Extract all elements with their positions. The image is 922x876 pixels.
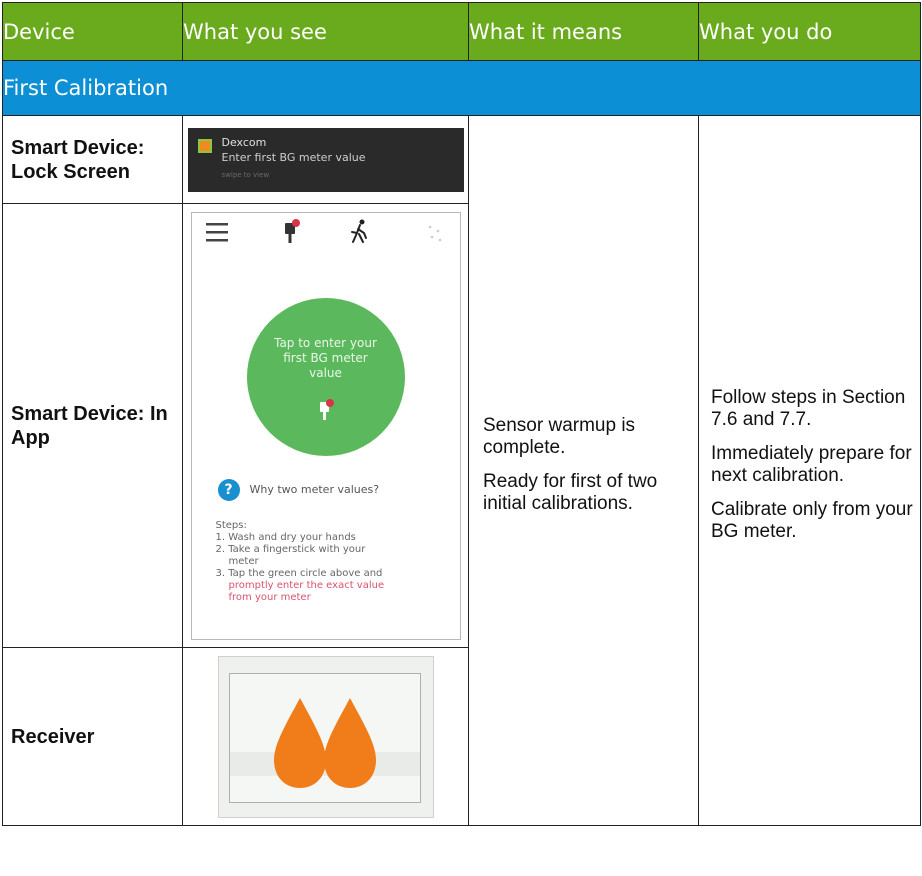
step-3-line-2: promptly enter the exact value (228, 579, 385, 591)
header-what-you-see: What you see (182, 2, 469, 61)
enter-bg-circle-button[interactable]: Tap to enter your first BG meter value (246, 297, 405, 456)
header-what-you-do: What you do (698, 2, 921, 61)
section-title: First Calibration (2, 60, 921, 116)
receiver-screen (217, 655, 434, 818)
todo-text-3: Calibrate only from your BG meter. (711, 498, 913, 542)
device-label-in-app: Smart Device: In App (2, 203, 183, 648)
step-2-line-2: meter (228, 555, 259, 567)
circle-text: Tap to enter your first BG meter value (274, 335, 377, 380)
header-row: Device What you see What it means What y… (2, 2, 921, 61)
dots-icon[interactable] (428, 225, 441, 241)
step-3-line-1: 3. Tap the green circle above and (215, 567, 383, 579)
todo-cell: Follow steps in Section 7.6 and 7.7. Imm… (698, 115, 921, 826)
dexcom-app-icon (197, 138, 212, 153)
lock-screen-notification: Dexcom Enter first BG meter value swipe … (187, 127, 464, 192)
meter-alert-icon (319, 398, 334, 420)
app-screen: Tap to enter your first BG meter value ?… (190, 211, 461, 640)
meaning-text-1: Sensor warmup is complete. (483, 414, 636, 458)
lock-screen-cell: Dexcom Enter first BG meter value swipe … (182, 115, 469, 204)
menu-icon[interactable] (205, 222, 228, 242)
step-1: 1. Wash and dry your hands (215, 531, 356, 543)
device-label-receiver: Receiver (2, 647, 183, 826)
receiver-display (228, 672, 421, 803)
notification-app-name: Dexcom (221, 135, 267, 149)
section-row: First Calibration (2, 60, 921, 116)
device-label-lock-screen: Smart Device: Lock Screen (2, 115, 183, 204)
meaning-cell: Sensor warmup is complete. Ready for fir… (468, 115, 699, 826)
calibration-table: Device What you see What it means What y… (2, 2, 921, 826)
todo-text-1: Follow steps in Section 7.6 and 7.7. (711, 386, 906, 430)
row-lock-screen: Smart Device: Lock Screen Dexcom Enter f… (2, 115, 921, 826)
meter-alert-icon[interactable] (284, 218, 300, 243)
in-app-cell: Tap to enter your first BG meter value ?… (182, 203, 469, 648)
two-blood-drops-icon (273, 697, 376, 788)
notification-hint: swipe to view (221, 170, 270, 179)
step-2-line-1: 2. Take a fingerstick with your (215, 543, 366, 555)
activity-icon[interactable] (350, 219, 367, 243)
app-top-bar (205, 218, 441, 243)
why-two-values-link[interactable]: Why two meter values? (250, 483, 380, 496)
help-question-icon[interactable]: ? (217, 478, 240, 501)
header-what-it-means: What it means (468, 2, 699, 61)
notification-message: Enter first BG meter value (221, 150, 366, 164)
todo-text-2: Immediately prepare for next calibration… (711, 442, 912, 486)
meaning-text-2: Ready for first of two initial calibrati… (483, 470, 658, 514)
steps-title: Steps: (215, 519, 247, 531)
receiver-cell (182, 647, 469, 826)
steps-list: Steps: 1. Wash and dry your hands 2. Tak… (216, 520, 451, 604)
header-device: Device (2, 2, 183, 61)
step-3-line-3: from your meter (228, 591, 311, 603)
